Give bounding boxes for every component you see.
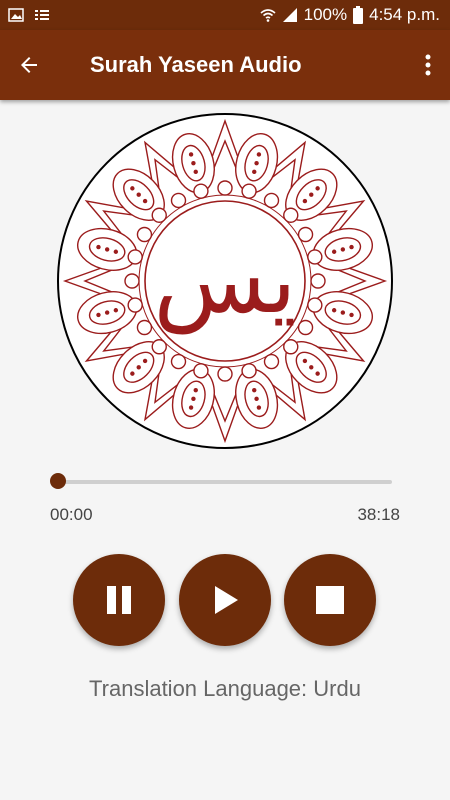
mandala-dot bbox=[104, 310, 110, 315]
mandala-scallop bbox=[127, 249, 143, 265]
mandala-scallop bbox=[193, 183, 209, 199]
mandala-dot bbox=[349, 312, 354, 318]
mandala-dot bbox=[96, 244, 101, 250]
total-time: 38:18 bbox=[357, 505, 400, 524]
mandala-dot bbox=[256, 405, 262, 410]
status-notifications bbox=[8, 7, 50, 23]
mandala-scallop bbox=[124, 273, 140, 289]
pause-button[interactable] bbox=[73, 554, 165, 646]
mandala-dot bbox=[252, 169, 257, 175]
mandala-dot bbox=[340, 247, 346, 252]
mandala-dot bbox=[136, 365, 141, 370]
mandala-dot bbox=[104, 247, 110, 252]
more-vertical-icon bbox=[425, 54, 431, 76]
surah-artwork: يس bbox=[56, 112, 394, 450]
mandala-scallop bbox=[127, 297, 143, 313]
mandala-dot bbox=[191, 396, 196, 402]
mandala-dot bbox=[331, 308, 337, 313]
mandala-scallop bbox=[307, 297, 323, 313]
seek-bar[interactable] bbox=[58, 480, 392, 484]
arrow-left-icon bbox=[21, 57, 37, 73]
mandala-dot bbox=[136, 192, 141, 197]
page-title: Surah Yaseen Audio bbox=[90, 52, 302, 77]
mandala-dot bbox=[309, 192, 314, 197]
mandala-dot bbox=[349, 244, 354, 250]
mandala-scallop bbox=[310, 273, 326, 289]
yaseen-calligraphy: يس bbox=[154, 227, 297, 335]
mandala-dot bbox=[340, 310, 346, 315]
status-bar: 100% 4:54 p.m. bbox=[0, 0, 450, 30]
mandala-dot bbox=[130, 186, 135, 191]
mandala-dot bbox=[252, 387, 257, 393]
mandala-dot bbox=[254, 396, 259, 402]
mandala-dot bbox=[142, 358, 148, 364]
mandala-scallop bbox=[307, 249, 323, 265]
mandala-artwork: يس bbox=[57, 113, 393, 449]
app-bar: Surah Yaseen Audio bbox=[0, 30, 450, 100]
battery-icon bbox=[353, 6, 364, 24]
mandala-dot bbox=[302, 198, 308, 204]
back-button[interactable] bbox=[14, 50, 44, 80]
mandala-dot bbox=[302, 358, 308, 364]
wifi-icon bbox=[260, 9, 276, 22]
mandala-dot bbox=[142, 198, 148, 204]
stop-icon bbox=[316, 586, 344, 614]
current-time: 00:00 bbox=[50, 505, 93, 524]
signal-icon bbox=[282, 8, 297, 22]
clock: 4:54 p.m. bbox=[369, 5, 440, 24]
mandala-dot bbox=[193, 169, 198, 175]
mandala-dot bbox=[130, 371, 135, 376]
mandala-dot bbox=[113, 249, 119, 254]
mandala-dot bbox=[254, 160, 259, 166]
seek-thumb[interactable] bbox=[50, 473, 66, 489]
mandala-dot bbox=[188, 405, 194, 410]
mandala-scallop bbox=[217, 180, 233, 196]
battery-percent: 100% bbox=[303, 5, 348, 24]
translation-language-label: Translation Language: Urdu bbox=[89, 676, 361, 701]
stop-button[interactable] bbox=[284, 554, 376, 646]
play-button[interactable] bbox=[179, 554, 271, 646]
mandala-scallop bbox=[241, 183, 257, 199]
image-icon bbox=[8, 8, 24, 22]
mandala-dot bbox=[309, 365, 314, 370]
mandala-dot bbox=[191, 160, 196, 166]
mandala-dot bbox=[193, 387, 198, 393]
mandala-dot bbox=[256, 152, 262, 157]
mandala-dot bbox=[188, 152, 194, 157]
play-icon bbox=[215, 586, 238, 614]
overflow-menu-button[interactable] bbox=[418, 50, 438, 80]
mandala-scallop bbox=[193, 363, 209, 379]
mandala-dot bbox=[113, 308, 119, 313]
pause-icon bbox=[107, 586, 131, 614]
mandala-dot bbox=[331, 249, 337, 254]
list-icon bbox=[35, 10, 49, 20]
status-system: 100% 4:54 p.m. bbox=[260, 5, 440, 25]
mandala-dot bbox=[315, 371, 320, 376]
mandala-dot bbox=[315, 186, 320, 191]
mandala-scallop bbox=[217, 366, 233, 382]
mandala-scallop bbox=[241, 363, 257, 379]
mandala-dot bbox=[96, 312, 101, 318]
